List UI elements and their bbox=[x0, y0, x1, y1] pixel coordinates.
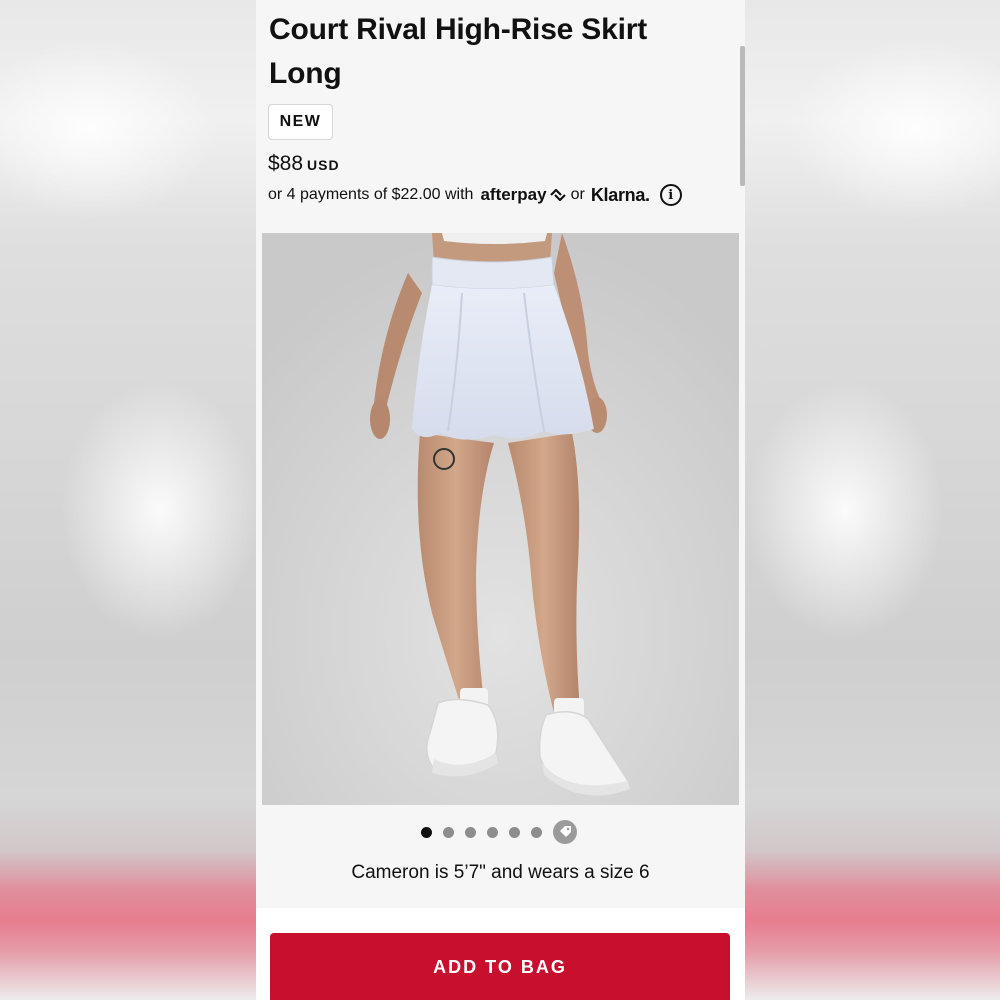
product-title: Court Rival High-Rise Skirt Long bbox=[269, 13, 647, 90]
price-tag-icon[interactable] bbox=[553, 820, 577, 844]
product-page: Court Rival High-Rise Skirt Long NEW $88… bbox=[256, 0, 745, 1000]
carousel-dot[interactable] bbox=[443, 826, 454, 838]
product-image[interactable] bbox=[262, 233, 739, 805]
model-photo bbox=[262, 233, 739, 805]
carousel-dot[interactable] bbox=[487, 826, 498, 838]
or-text: or bbox=[570, 186, 585, 203]
afterpay-arrows-icon bbox=[549, 188, 566, 202]
blurred-backdrop-right bbox=[745, 0, 1000, 1000]
carousel-dot[interactable] bbox=[421, 826, 432, 838]
klarna-logo[interactable]: Klarna. bbox=[591, 185, 650, 206]
installment-payments: or 4 payments of $22.00 with afterpay or… bbox=[268, 184, 682, 206]
tag-glyph-icon bbox=[560, 826, 571, 837]
image-carousel-dots bbox=[421, 818, 577, 846]
product-price: $88 USD bbox=[268, 152, 340, 176]
payments-text: or 4 payments of $22.00 with bbox=[268, 186, 474, 203]
model-size-caption: Cameron is 5’7" and wears a size 6 bbox=[351, 862, 650, 883]
carousel-dot[interactable] bbox=[465, 826, 476, 838]
afterpay-logo[interactable]: afterpay bbox=[480, 185, 566, 205]
carousel-dot[interactable] bbox=[509, 826, 520, 838]
new-badge: NEW bbox=[268, 104, 333, 140]
info-icon[interactable]: i bbox=[659, 184, 682, 206]
price-amount: $88 bbox=[268, 152, 304, 175]
blurred-backdrop-left bbox=[0, 0, 260, 1000]
price-currency: USD bbox=[307, 157, 340, 173]
scrollbar[interactable] bbox=[740, 46, 745, 186]
add-to-bag-button[interactable]: ADD TO BAG bbox=[270, 933, 730, 1000]
afterpay-label: afterpay bbox=[480, 185, 547, 204]
carousel-dot[interactable] bbox=[531, 826, 542, 838]
